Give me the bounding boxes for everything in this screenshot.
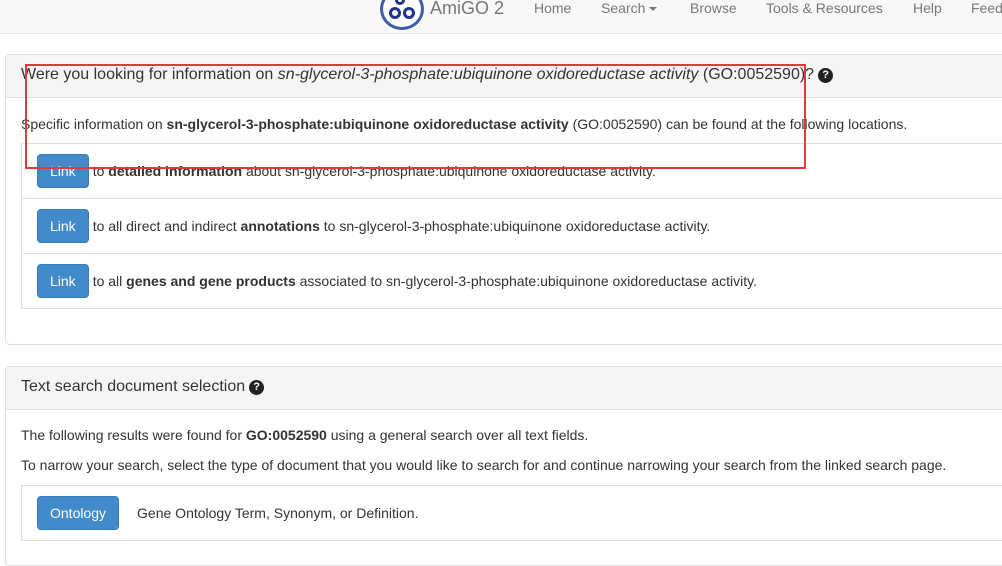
suggestion-panel: Were you looking for information on sn-g… [5, 54, 1002, 345]
heading-qmark: ? [805, 66, 815, 83]
link-button-genes[interactable]: Link [37, 264, 89, 298]
link-button-annotations[interactable]: Link [37, 209, 89, 243]
amigo-logo[interactable] [380, 0, 424, 30]
nav-tools[interactable]: Tools & Resources [766, 0, 883, 16]
results-text: The following results were found for GO:… [21, 427, 589, 443]
link-item: Link to all genes and gene products assoc… [21, 253, 1002, 309]
heading-text: Text search document selection [21, 378, 246, 395]
question-circle-icon[interactable]: ? [249, 380, 265, 395]
caret-down-icon [649, 7, 658, 12]
intro-text: Specific information on sn-glycerol-3-ph… [21, 116, 908, 132]
panel-heading: Text search document selection? [6, 367, 1002, 410]
question-circle-icon[interactable]: ? [818, 68, 834, 83]
link-button-details[interactable]: Link [37, 154, 89, 188]
nav-browse[interactable]: Browse [690, 0, 737, 16]
navbar: AmiGO 2 Home Search Browse Tools & Resou… [0, 0, 1002, 34]
narrow-text: To narrow your search, select the type o… [21, 457, 947, 473]
heading-id: (GO:0052590) [698, 66, 806, 83]
link-item: Link to all direct and indirect annotatio… [21, 198, 1002, 254]
link-item: Link to detailed information about sn-gly… [21, 143, 1002, 199]
heading-text: Were you looking for information on [21, 66, 278, 83]
ontology-button[interactable]: Ontology [37, 496, 120, 530]
text-search-panel: Text search document selection? The foll… [5, 366, 1002, 566]
nav-search[interactable]: Search [601, 0, 658, 16]
brand[interactable]: AmiGO 2 [430, 0, 504, 19]
nav-feedback[interactable]: Feed [971, 0, 1002, 16]
nav-search-label: Search [601, 0, 646, 16]
document-desc: Gene Ontology Term, Synonym, or Definiti… [137, 505, 419, 521]
heading-term: sn-glycerol-3-phosphate:ubiquinone oxido… [277, 66, 699, 83]
panel-heading: Were you looking for information on sn-g… [6, 55, 1002, 98]
nav-home[interactable]: Home [534, 0, 571, 16]
nav-help[interactable]: Help [913, 0, 942, 16]
document-item: Ontology Gene Ontology Term, Synonym, or … [21, 485, 1002, 541]
